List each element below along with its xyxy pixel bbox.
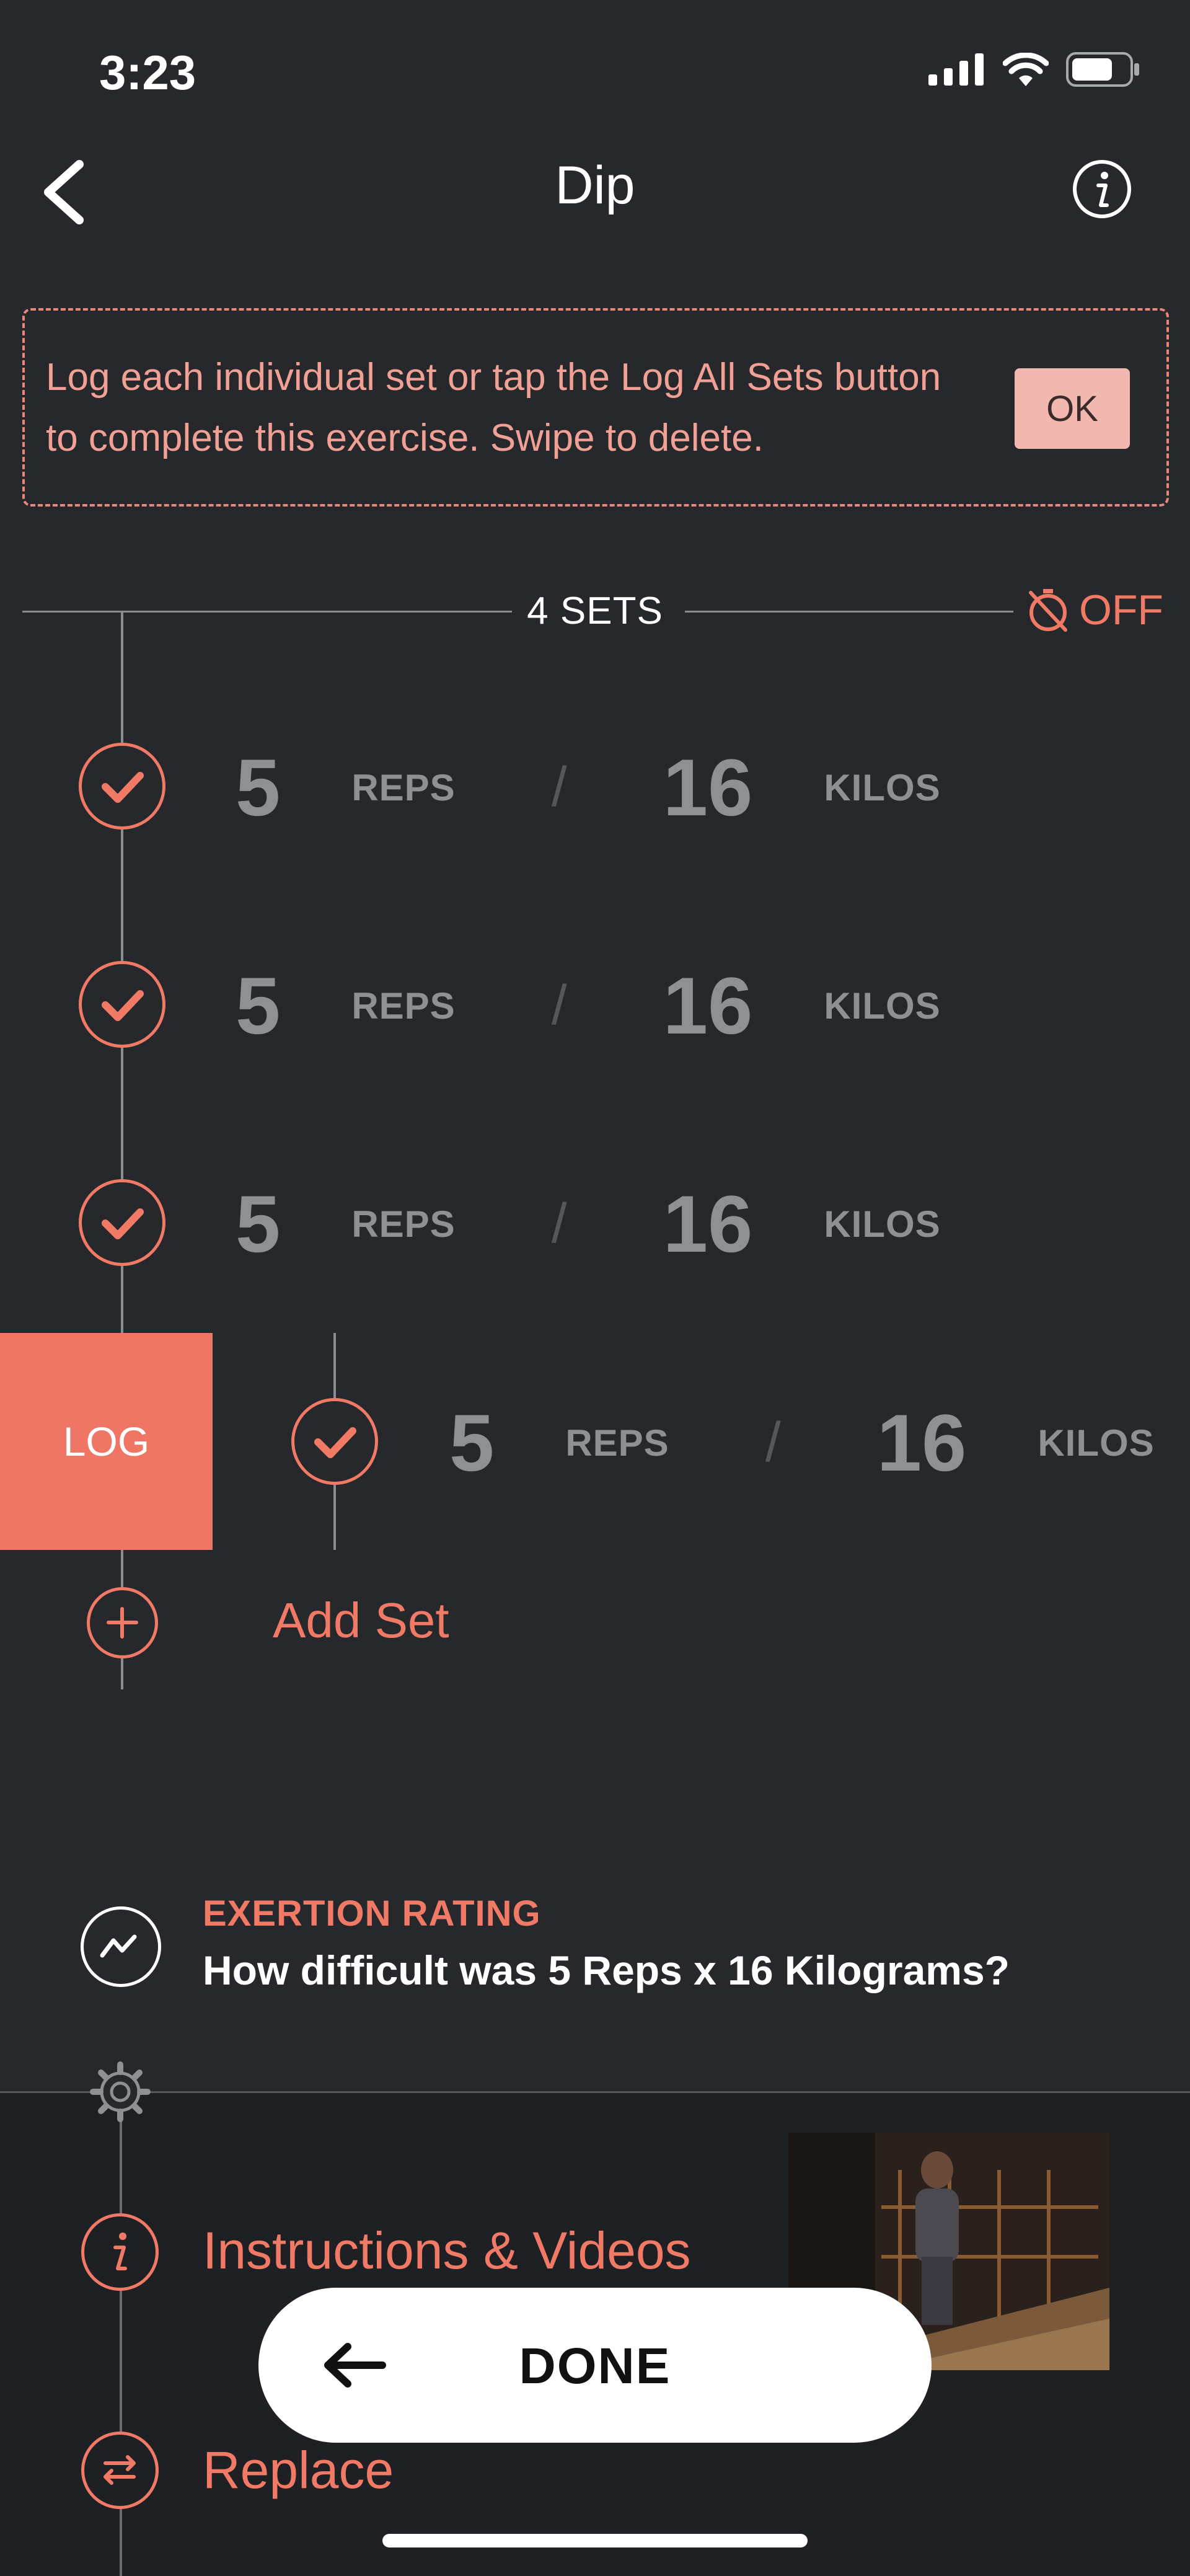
set-row-swiped[interactable]: 5 REPS / 16 KILOS <box>449 1393 1155 1492</box>
signal-icon <box>928 53 984 86</box>
add-set-plus-icon[interactable] <box>87 1587 158 1658</box>
set-weight-value[interactable]: 16 <box>663 741 753 834</box>
page-title: Dip <box>555 156 635 215</box>
set-weight-unit: KILOS <box>824 1203 941 1245</box>
tip-text: Log each individual set or tap the Log A… <box>46 356 941 459</box>
set-row[interactable]: 5 REPS / 16 KILOS <box>236 738 941 837</box>
set-check-icon[interactable] <box>79 961 165 1048</box>
instructions-info-icon[interactable] <box>81 2213 159 2291</box>
set-reps-unit: REPS <box>351 985 456 1027</box>
battery-icon <box>1066 52 1139 87</box>
add-set-button[interactable]: Add Set <box>273 1592 449 1649</box>
set-weight-unit: KILOS <box>824 766 941 808</box>
set-reps-value[interactable]: 5 <box>449 1396 494 1489</box>
home-indicator[interactable] <box>382 2534 808 2547</box>
exertion-chart-icon[interactable] <box>81 1906 161 1987</box>
set-weight-value[interactable]: 16 <box>663 959 753 1052</box>
status-time: 3:23 <box>99 45 196 100</box>
set-reps-unit: REPS <box>351 766 456 808</box>
set-separator: / <box>551 1192 567 1255</box>
timeline-line <box>121 1658 123 1689</box>
set-row[interactable]: 5 REPS / 16 KILOS <box>236 956 941 1055</box>
timer-off-label: OFF <box>1079 586 1163 634</box>
set-separator: / <box>551 974 567 1037</box>
instructions-videos-link[interactable]: Instructions & Videos <box>203 2221 691 2281</box>
status-icons <box>928 52 1140 87</box>
set-weight-value[interactable]: 16 <box>877 1396 967 1489</box>
set-separator: / <box>765 1411 781 1474</box>
tip-ok-button[interactable]: OK <box>1015 368 1130 449</box>
sets-divider-left <box>22 611 512 613</box>
timer-off-icon <box>1029 589 1067 632</box>
timeline-line <box>121 1550 123 1587</box>
set-weight-unit: KILOS <box>824 985 941 1027</box>
rest-timer-toggle[interactable]: OFF <box>1026 586 1163 634</box>
set-check-icon[interactable] <box>79 1179 165 1266</box>
replace-exercise-link[interactable]: Replace <box>203 2440 394 2500</box>
sets-divider-right <box>685 611 1013 613</box>
info-icon[interactable] <box>1071 158 1133 220</box>
replace-swap-icon[interactable] <box>81 2432 159 2509</box>
set-check-icon[interactable] <box>79 743 165 830</box>
set-separator: / <box>551 756 567 818</box>
exertion-rating-title: EXERTION RATING <box>203 1893 541 1934</box>
sets-count-label: 4 SETS <box>527 590 663 632</box>
settings-gear-icon[interactable] <box>81 2052 160 2131</box>
set-reps-value[interactable]: 5 <box>236 1177 280 1270</box>
set-reps-value[interactable]: 5 <box>236 741 280 834</box>
exertion-question[interactable]: How difficult was 5 Reps x 16 Kilograms? <box>203 1947 1010 1994</box>
set-check-icon[interactable] <box>291 1398 378 1485</box>
set-reps-unit: REPS <box>565 1422 669 1464</box>
done-button[interactable]: DONE <box>258 2288 932 2443</box>
log-set-button[interactable]: LOG <box>0 1333 213 1550</box>
set-weight-value[interactable]: 16 <box>663 1177 753 1270</box>
set-reps-unit: REPS <box>351 1203 456 1245</box>
done-button-label: DONE <box>519 2338 671 2394</box>
set-reps-value[interactable]: 5 <box>236 959 280 1052</box>
wifi-icon <box>1003 53 1049 86</box>
set-row[interactable]: 5 REPS / 16 KILOS <box>236 1174 941 1273</box>
set-weight-unit: KILOS <box>1038 1422 1155 1464</box>
